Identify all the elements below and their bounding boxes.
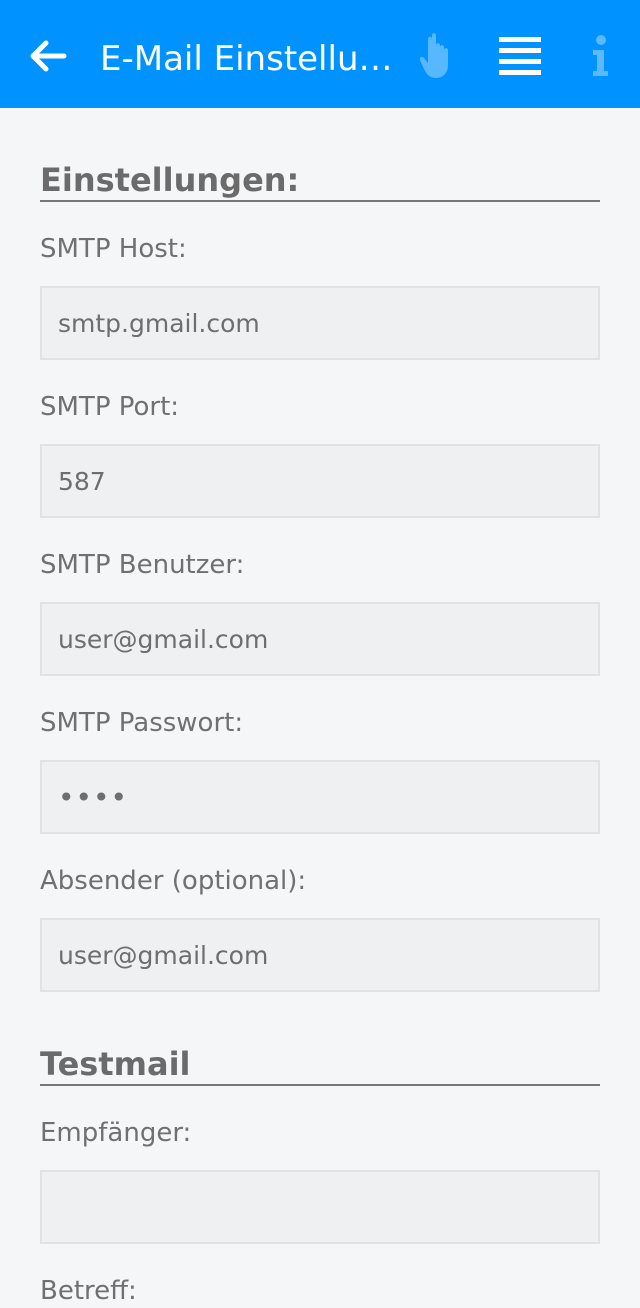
info-icon	[593, 35, 608, 76]
arrow-left-icon	[30, 40, 67, 72]
smtp-password-input[interactable]	[40, 760, 600, 834]
settings-form: Einstellungen: SMTP Host: SMTP Port: SMT…	[40, 108, 600, 1308]
smtp-user-label: SMTP Benutzer:	[40, 550, 245, 580]
sender-input[interactable]	[40, 918, 600, 992]
settings-heading: Einstellungen:	[40, 160, 600, 202]
info-button[interactable]	[570, 26, 630, 86]
smtp-port-input[interactable]	[40, 444, 600, 518]
smtp-host-label: SMTP Host:	[40, 234, 187, 264]
sender-label: Absender (optional):	[40, 866, 307, 896]
smtp-password-label: SMTP Passwort:	[40, 708, 244, 738]
smtp-host-input[interactable]	[40, 286, 600, 360]
recipient-input[interactable]	[40, 1170, 600, 1244]
page-title: E-Mail Einstellungen	[100, 39, 396, 79]
subject-label: Betreff:	[40, 1276, 137, 1306]
recipient-label: Empfänger:	[40, 1118, 192, 1148]
list-button[interactable]	[490, 26, 550, 86]
testmail-heading: Testmail	[40, 1044, 600, 1086]
app-bar: E-Mail Einstellungen	[0, 0, 640, 108]
back-button[interactable]	[22, 30, 74, 82]
smtp-user-input[interactable]	[40, 602, 600, 676]
touch-button[interactable]	[408, 26, 468, 86]
smtp-port-label: SMTP Port:	[40, 392, 180, 422]
touch-hand-icon	[419, 33, 448, 78]
list-lines-icon	[499, 37, 541, 75]
